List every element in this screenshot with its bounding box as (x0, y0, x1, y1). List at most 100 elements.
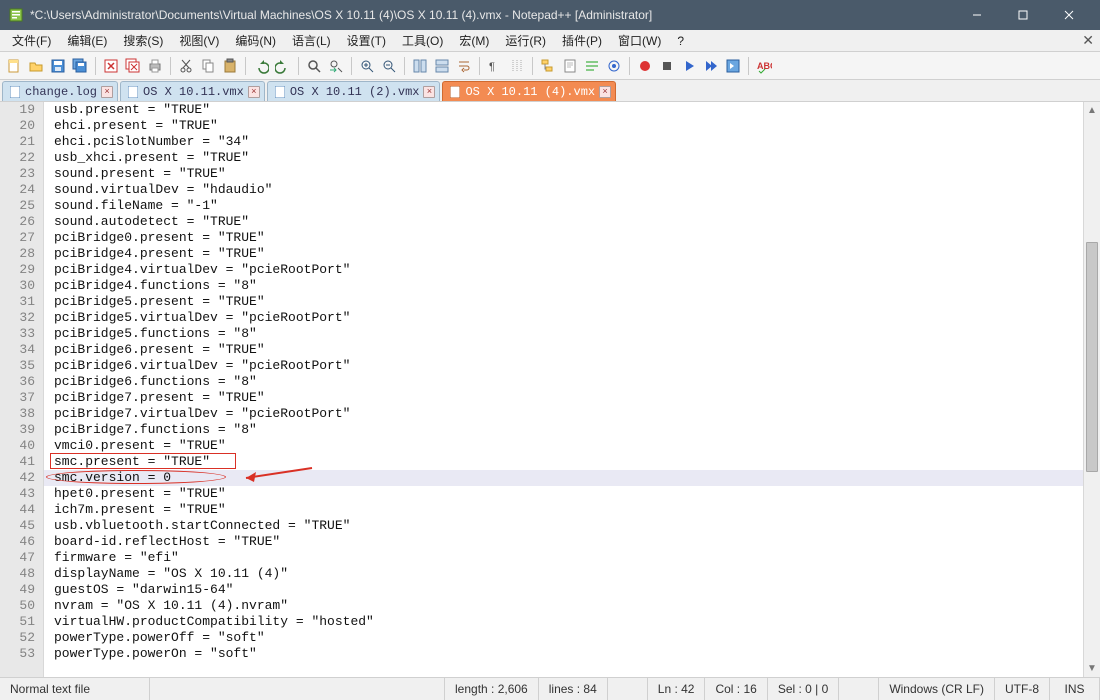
code-line[interactable]: sound.present = "TRUE" (44, 166, 1083, 182)
code-line[interactable]: pciBridge6.present = "TRUE" (44, 342, 1083, 358)
code-line[interactable]: pciBridge7.virtualDev = "pcieRootPort" (44, 406, 1083, 422)
close-file-icon[interactable] (101, 56, 121, 76)
doc-map-icon[interactable] (560, 56, 580, 76)
code-line[interactable]: usb.vbluetooth.startConnected = "TRUE" (44, 518, 1083, 534)
code-line[interactable]: smc.version = 0 (44, 470, 1083, 486)
status-mode[interactable]: INS (1050, 678, 1100, 700)
vertical-scrollbar[interactable]: ▲ ▼ (1083, 102, 1100, 677)
code-line[interactable]: ehci.pciSlotNumber = "34" (44, 134, 1083, 150)
play-multi-icon[interactable] (701, 56, 721, 76)
menu-view[interactable]: 视图(V) (171, 30, 227, 51)
spellcheck-icon[interactable]: ABC (754, 56, 774, 76)
menu-encoding[interactable]: 编码(N) (227, 30, 284, 51)
code-line[interactable]: pciBridge7.present = "TRUE" (44, 390, 1083, 406)
close-all-icon[interactable] (123, 56, 143, 76)
play-macro-icon[interactable] (679, 56, 699, 76)
menu-window[interactable]: 窗口(W) (610, 30, 669, 51)
code-line[interactable]: pciBridge4.virtualDev = "pcieRootPort" (44, 262, 1083, 278)
tab-change-log[interactable]: change.log × (2, 81, 118, 101)
code-line[interactable]: pciBridge4.functions = "8" (44, 278, 1083, 294)
code-line[interactable]: sound.virtualDev = "hdaudio" (44, 182, 1083, 198)
tab-close-icon[interactable]: × (101, 86, 113, 98)
code-line[interactable]: ich7m.present = "TRUE" (44, 502, 1083, 518)
code-line[interactable]: usb.present = "TRUE" (44, 102, 1083, 118)
sync-h-icon[interactable] (432, 56, 452, 76)
tab-close-icon[interactable]: × (248, 86, 260, 98)
code-line[interactable]: pciBridge5.virtualDev = "pcieRootPort" (44, 310, 1083, 326)
scroll-up-icon[interactable]: ▲ (1084, 102, 1100, 119)
code-line[interactable]: pciBridge6.virtualDev = "pcieRootPort" (44, 358, 1083, 374)
zoom-in-icon[interactable] (357, 56, 377, 76)
code-line[interactable]: nvram = "OS X 10.11 (4).nvram" (44, 598, 1083, 614)
code-line[interactable]: virtualHW.productCompatibility = "hosted… (44, 614, 1083, 630)
code-line[interactable]: pciBridge5.present = "TRUE" (44, 294, 1083, 310)
code-line[interactable]: board-id.reflectHost = "TRUE" (44, 534, 1083, 550)
indent-guide-icon[interactable] (507, 56, 527, 76)
menu-edit[interactable]: 编辑(E) (59, 30, 115, 51)
code-line[interactable]: guestOS = "darwin15-64" (44, 582, 1083, 598)
func-list-icon[interactable] (582, 56, 602, 76)
stop-macro-icon[interactable] (657, 56, 677, 76)
code-line[interactable]: ehci.present = "TRUE" (44, 118, 1083, 134)
code-line[interactable]: displayName = "OS X 10.11 (4)" (44, 566, 1083, 582)
paste-icon[interactable] (220, 56, 240, 76)
code-line[interactable]: vmci0.present = "TRUE" (44, 438, 1083, 454)
menu-search[interactable]: 搜索(S) (115, 30, 171, 51)
tab-osx1011-4[interactable]: OS X 10.11 (4).vmx × (442, 81, 616, 101)
menu-run[interactable]: 运行(R) (497, 30, 554, 51)
code-line[interactable]: pciBridge7.functions = "8" (44, 422, 1083, 438)
code-line[interactable]: pciBridge5.functions = "8" (44, 326, 1083, 342)
tab-osx1011[interactable]: OS X 10.11.vmx × (120, 81, 265, 101)
code-line[interactable]: usb_xhci.present = "TRUE" (44, 150, 1083, 166)
zoom-out-icon[interactable] (379, 56, 399, 76)
code-line[interactable]: pciBridge0.present = "TRUE" (44, 230, 1083, 246)
code-area[interactable]: usb.present = "TRUE"ehci.present = "TRUE… (44, 102, 1083, 677)
cut-icon[interactable] (176, 56, 196, 76)
wrap-icon[interactable] (454, 56, 474, 76)
save-icon[interactable] (48, 56, 68, 76)
menu-tools[interactable]: 工具(O) (394, 30, 451, 51)
undo-icon[interactable] (251, 56, 271, 76)
save-all-icon[interactable] (70, 56, 90, 76)
status-eol[interactable]: Windows (CR LF) (879, 678, 995, 700)
menu-help[interactable]: ? (669, 32, 692, 50)
menu-settings[interactable]: 设置(T) (339, 30, 394, 51)
copy-icon[interactable] (198, 56, 218, 76)
menu-file[interactable]: 文件(F) (4, 30, 59, 51)
status-encoding[interactable]: UTF-8 (995, 678, 1050, 700)
show-all-chars-icon[interactable]: ¶ (485, 56, 505, 76)
code-line[interactable]: sound.autodetect = "TRUE" (44, 214, 1083, 230)
tab-osx1011-2[interactable]: OS X 10.11 (2).vmx × (267, 81, 441, 101)
sync-v-icon[interactable] (410, 56, 430, 76)
tab-close-icon[interactable]: × (599, 86, 611, 98)
maximize-button[interactable] (1000, 0, 1046, 30)
print-icon[interactable] (145, 56, 165, 76)
code-line[interactable]: powerType.powerOn = "soft" (44, 646, 1083, 662)
code-line[interactable]: smc.present = "TRUE" (44, 454, 1083, 470)
record-macro-icon[interactable] (635, 56, 655, 76)
new-file-icon[interactable] (4, 56, 24, 76)
folder-tree-icon[interactable] (538, 56, 558, 76)
secondary-close-icon[interactable]: ✕ (1082, 32, 1094, 49)
code-line[interactable]: powerType.powerOff = "soft" (44, 630, 1083, 646)
line-number: 42 (0, 470, 35, 486)
save-macro-icon[interactable] (723, 56, 743, 76)
code-line[interactable]: hpet0.present = "TRUE" (44, 486, 1083, 502)
find-icon[interactable] (304, 56, 324, 76)
code-line[interactable]: firmware = "efi" (44, 550, 1083, 566)
close-button[interactable] (1046, 0, 1092, 30)
open-file-icon[interactable] (26, 56, 46, 76)
monitor-icon[interactable] (604, 56, 624, 76)
replace-icon[interactable] (326, 56, 346, 76)
menu-plugins[interactable]: 插件(P) (554, 30, 610, 51)
code-line[interactable]: sound.fileName = "-1" (44, 198, 1083, 214)
minimize-button[interactable] (954, 0, 1000, 30)
menu-language[interactable]: 语言(L) (284, 30, 339, 51)
redo-icon[interactable] (273, 56, 293, 76)
menu-macro[interactable]: 宏(M) (451, 30, 497, 51)
code-line[interactable]: pciBridge6.functions = "8" (44, 374, 1083, 390)
tab-close-icon[interactable]: × (423, 86, 435, 98)
code-line[interactable]: pciBridge4.present = "TRUE" (44, 246, 1083, 262)
scroll-down-icon[interactable]: ▼ (1084, 660, 1100, 677)
scrollbar-thumb[interactable] (1086, 242, 1098, 472)
